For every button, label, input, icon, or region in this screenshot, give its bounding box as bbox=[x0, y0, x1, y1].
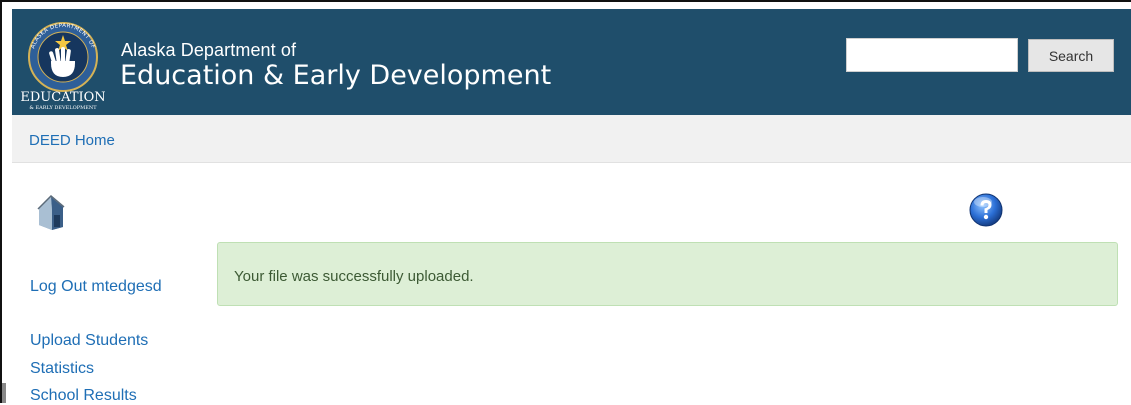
deed-seal-logo[interactable]: ALASKA DEPARTMENT OF EDUCATION & EARLY D… bbox=[21, 19, 105, 111]
seal-subword: & EARLY DEVELOPMENT bbox=[29, 105, 97, 111]
sidebar-item-statistics[interactable]: Statistics bbox=[30, 360, 94, 378]
scroll-edge bbox=[2, 383, 6, 403]
help-icon[interactable] bbox=[968, 192, 1004, 228]
seal-word: EDUCATION bbox=[21, 90, 105, 105]
logout-link[interactable]: Log Out mtedgesd bbox=[30, 278, 162, 296]
alert-message: Your file was successfully uploaded. bbox=[234, 268, 474, 285]
window-edge-left bbox=[0, 0, 2, 403]
page: ALASKA DEPARTMENT OF EDUCATION & EARLY D… bbox=[0, 0, 1131, 405]
sidebar-item-school-results[interactable]: School Results bbox=[30, 387, 137, 405]
home-icon[interactable] bbox=[36, 195, 66, 231]
search-button[interactable]: Search bbox=[1028, 39, 1114, 72]
department-label: Alaska Department of bbox=[121, 40, 297, 60]
upload-success-alert: Your file was successfully uploaded. bbox=[217, 242, 1118, 306]
site-header: ALASKA DEPARTMENT OF EDUCATION & EARLY D… bbox=[12, 9, 1131, 115]
nav-bar: DEED Home bbox=[12, 115, 1131, 163]
window-edge-top bbox=[0, 0, 1131, 2]
deed-home-link[interactable]: DEED Home bbox=[29, 132, 115, 149]
search-input[interactable] bbox=[846, 38, 1018, 72]
agency-title: Education & Early Development bbox=[120, 60, 552, 91]
sidebar-item-upload-students[interactable]: Upload Students bbox=[30, 332, 148, 350]
